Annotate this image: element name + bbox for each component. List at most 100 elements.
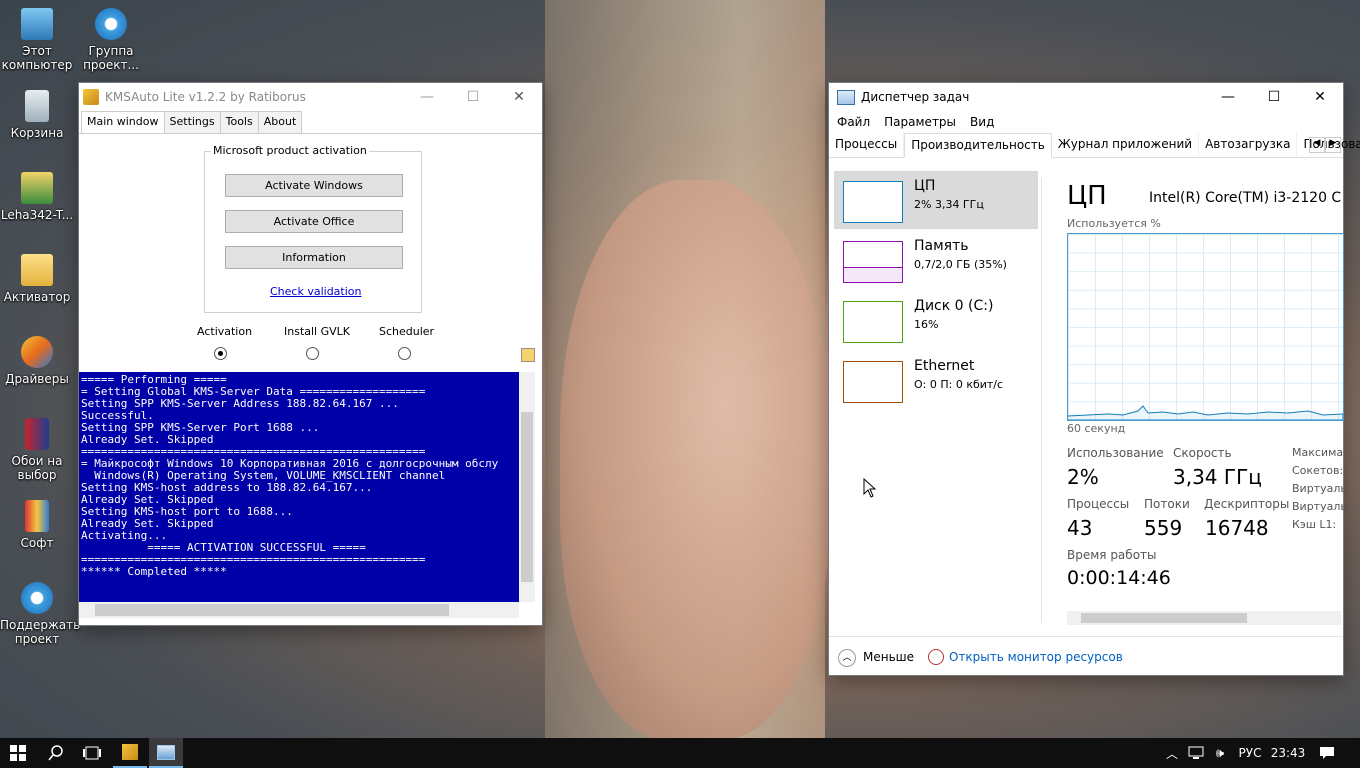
- tab-tools[interactable]: Tools: [219, 111, 259, 133]
- desktop-icon-drivers[interactable]: Драйверы: [0, 336, 74, 386]
- taskbar-task-manager[interactable]: [149, 738, 183, 768]
- soft-icon: [25, 500, 49, 532]
- tab-app-history[interactable]: Журнал приложений: [1052, 133, 1200, 157]
- start-button[interactable]: [0, 738, 36, 768]
- tm-footer: ︿ Меньше Открыть монитор ресурсов: [829, 636, 1343, 677]
- menu-file[interactable]: Файл: [837, 115, 870, 129]
- chevron-up-icon[interactable]: ︿: [838, 649, 856, 667]
- handles-label: Дескрипторы: [1204, 497, 1290, 511]
- tab-settings[interactable]: Settings: [163, 111, 221, 133]
- menu-view[interactable]: Вид: [970, 115, 994, 129]
- close-button[interactable]: ✕: [496, 83, 542, 111]
- desktop-icon-support[interactable]: Поддержать проект: [0, 582, 80, 646]
- tab-scroll-left-icon[interactable]: ◀: [1309, 137, 1325, 153]
- memory-fill: [844, 267, 902, 282]
- tab-processes[interactable]: Процессы: [829, 133, 905, 157]
- desktop-icon-activator[interactable]: Активатор: [0, 254, 74, 304]
- scrollbar-thumb[interactable]: [521, 412, 533, 582]
- tab-performance[interactable]: Производительность: [904, 133, 1052, 158]
- speed-label: Скорость: [1173, 446, 1232, 460]
- right-label-virt1: Виртуаль: [1292, 482, 1347, 495]
- desktop-icon-this-pc[interactable]: Этот компьютер: [0, 8, 74, 72]
- scrollbar-thumb[interactable]: [1081, 613, 1247, 623]
- wallpaper-icon: [25, 418, 49, 450]
- tab-scroll-right-icon[interactable]: ▶: [1325, 137, 1341, 153]
- task-view-button[interactable]: [76, 738, 108, 768]
- minimize-button[interactable]: —: [404, 83, 450, 111]
- console-vertical-scrollbar[interactable]: [519, 372, 535, 602]
- desktop-icon-group[interactable]: Группа проект...: [74, 8, 148, 72]
- threads-value: 559: [1144, 516, 1183, 540]
- sidebar-item-disk[interactable]: Диск 0 (C:) 16%: [834, 291, 1038, 349]
- desktop-icon-label: Активатор: [3, 290, 71, 304]
- radio-scheduler[interactable]: [398, 347, 411, 360]
- fewer-details-button[interactable]: Меньше: [863, 650, 914, 664]
- log-console[interactable]: ===== Performing ===== = Setting Global K…: [79, 372, 519, 602]
- tm-title: Диспетчер задач: [861, 90, 970, 104]
- network-icon[interactable]: [1186, 738, 1206, 768]
- kms-tab-bar: Main window Settings Tools About: [79, 111, 542, 134]
- log-icon[interactable]: [521, 348, 535, 362]
- radio-activation[interactable]: [214, 347, 227, 360]
- desktop-icon-label: Драйверы: [5, 372, 69, 386]
- maximize-button[interactable]: ☐: [450, 83, 496, 111]
- desktop-icon-label: Этот компьютер: [1, 44, 73, 72]
- usage-label: Использование: [1067, 446, 1164, 460]
- desktop-icon-label: Поддержать проект: [0, 618, 81, 646]
- sidebar-name: Ethernet: [914, 358, 975, 374]
- ie-icon: [95, 8, 127, 40]
- clock[interactable]: 23:43: [1270, 738, 1306, 768]
- sidebar-item-cpu[interactable]: ЦП 2% 3,34 ГГц: [834, 171, 1038, 229]
- desktop-icon-recycle-bin[interactable]: Корзина: [0, 90, 74, 140]
- group-title: Microsoft product activation: [211, 144, 369, 157]
- right-label-max: Максима: [1292, 446, 1344, 459]
- sidebar-value: 0,7/2,0 ГБ (35%): [914, 258, 1007, 271]
- task-manager-window: Диспетчер задач — ☐ ✕ Файл Параметры Вид…: [829, 83, 1360, 677]
- open-resource-monitor-link[interactable]: Открыть монитор ресурсов: [949, 650, 1123, 664]
- uptime-label: Время работы: [1067, 548, 1157, 562]
- speech-bubble-glyph: [1320, 747, 1334, 759]
- activate-office-button[interactable]: Activate Office: [225, 210, 403, 233]
- windows-logo-icon: [10, 745, 26, 761]
- memory-thumbnail: [843, 241, 903, 283]
- desktop-icon-wallpapers[interactable]: Обои на выбор: [0, 418, 74, 482]
- console-line: ****** Completed *****: [81, 565, 227, 578]
- desktop-icon-label: Корзина: [10, 126, 64, 140]
- information-button[interactable]: Information: [225, 246, 403, 269]
- processes-value: 43: [1067, 516, 1093, 540]
- maximize-button[interactable]: ☐: [1251, 83, 1297, 111]
- search-button[interactable]: [40, 738, 72, 768]
- tab-startup[interactable]: Автозагрузка: [1199, 133, 1298, 157]
- right-label-virt2: Виртуаль: [1292, 500, 1347, 513]
- menu-options[interactable]: Параметры: [884, 115, 956, 129]
- panel-header: ЦП: [1067, 181, 1107, 211]
- notifications-icon[interactable]: [1316, 738, 1338, 768]
- radio-install-gvlk[interactable]: [306, 347, 319, 360]
- kms-app-icon: [83, 89, 99, 105]
- language-indicator[interactable]: РУС: [1236, 738, 1264, 768]
- close-button[interactable]: ✕: [1297, 83, 1343, 111]
- sidebar-name: ЦП: [914, 178, 936, 194]
- desktop-icon-user[interactable]: Leha342-T...: [0, 172, 74, 222]
- minimize-button[interactable]: —: [1205, 83, 1251, 111]
- kmsauto-icon: [122, 744, 138, 760]
- tab-main-window[interactable]: Main window: [81, 111, 165, 133]
- volume-icon[interactable]: 🕪: [1210, 738, 1230, 768]
- tm-titlebar: Диспетчер задач — ☐ ✕: [829, 83, 1343, 111]
- panel-horizontal-scrollbar[interactable]: [1067, 611, 1341, 625]
- sidebar-name: Память: [914, 238, 969, 254]
- cpu-thumbnail: [843, 181, 903, 223]
- mode-label-install-gvlk: Install GVLK: [284, 325, 350, 338]
- scrollbar-thumb[interactable]: [95, 604, 449, 616]
- sidebar-item-ethernet[interactable]: Ethernet О: 0 П: 0 кбит/с: [834, 351, 1038, 409]
- taskbar-kmsauto[interactable]: [113, 738, 147, 768]
- console-horizontal-scrollbar[interactable]: [79, 602, 519, 618]
- taskbar: ︿ 🕪 РУС 23:43: [0, 738, 1360, 768]
- chevron-up-icon[interactable]: ︿: [1163, 738, 1181, 768]
- desktop-icon-soft[interactable]: Софт: [0, 500, 74, 550]
- tab-about[interactable]: About: [257, 111, 303, 133]
- activate-windows-button[interactable]: Activate Windows: [225, 174, 403, 197]
- check-validation-link[interactable]: Check validation: [270, 285, 362, 298]
- sidebar-item-memory[interactable]: Память 0,7/2,0 ГБ (35%): [834, 231, 1038, 289]
- folder-icon: [21, 254, 53, 286]
